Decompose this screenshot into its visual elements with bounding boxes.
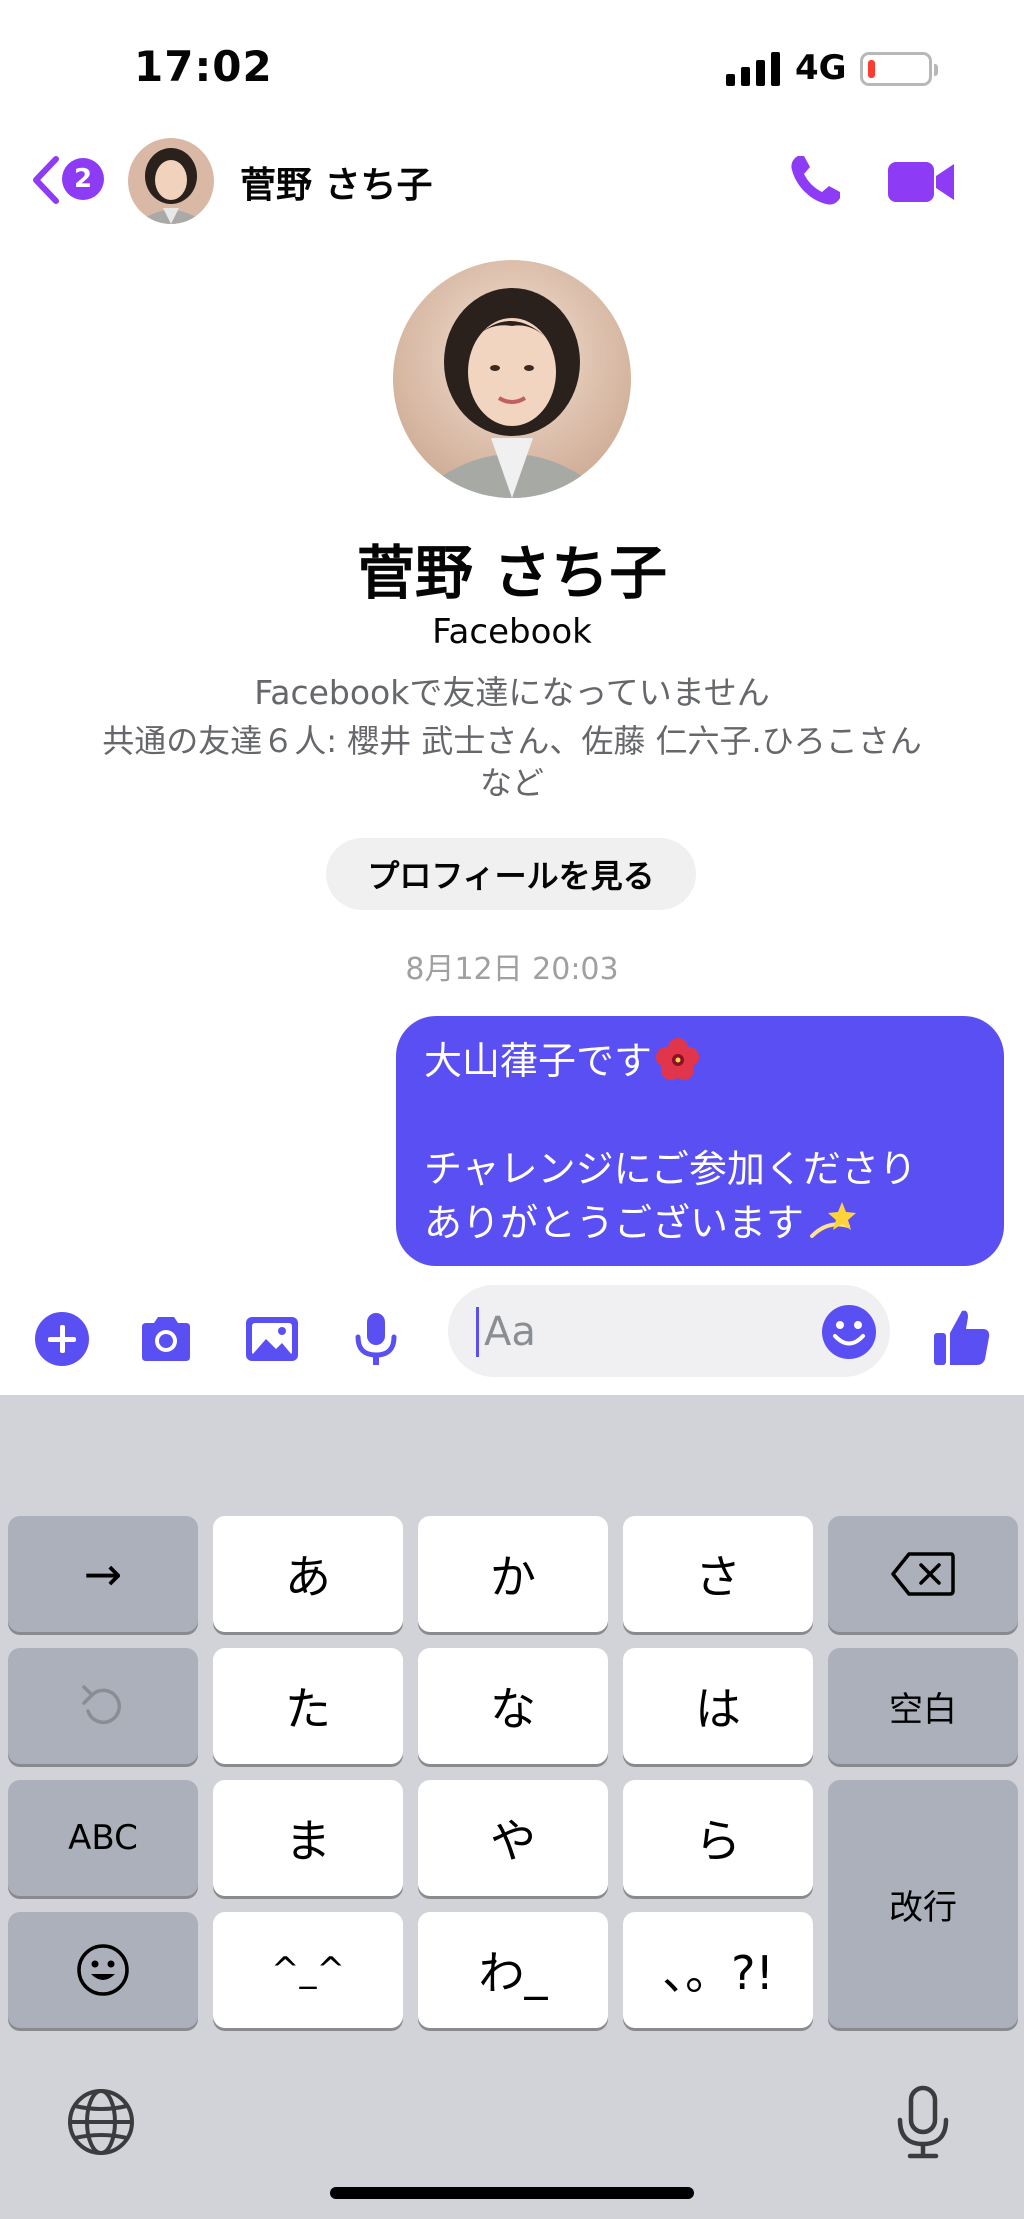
key-backspace[interactable]: [828, 1516, 1018, 1632]
message-bubble[interactable]: 大山葎子です チャレンジにご参加くださり ありがとうございます: [396, 1016, 1004, 1266]
gallery-icon[interactable]: [242, 1309, 302, 1369]
profile-name: 菅野 さち子: [356, 539, 668, 607]
contact-name[interactable]: 菅野 さち子: [240, 156, 433, 208]
text-caret: [476, 1307, 479, 1357]
hibiscus-icon: [656, 1038, 700, 1080]
key-sa[interactable]: さ: [623, 1516, 813, 1632]
chevron-left-icon: [33, 156, 59, 204]
profile-platform: Facebook: [432, 612, 592, 652]
mutual-friends: 共通の友達６人: 櫻井 武士さん、佐藤 仁六子.ひろこさん など: [50, 720, 974, 804]
home-indicator: [330, 2187, 694, 2199]
key-na[interactable]: な: [418, 1648, 608, 1764]
key-space[interactable]: 空白: [828, 1648, 1018, 1764]
key-ka[interactable]: か: [418, 1516, 608, 1632]
composer-bar: Aa: [0, 1285, 1024, 1395]
battery-icon: [860, 52, 938, 86]
status-bar: 17:02 4G: [0, 0, 1024, 130]
emoji-keyboard-icon: [77, 1944, 129, 1996]
unread-badge: 2: [62, 158, 104, 200]
dictation-icon[interactable]: [888, 2082, 958, 2162]
message-line-2: チャレンジにご参加くださり: [424, 1147, 917, 1191]
message-input[interactable]: Aa: [448, 1285, 890, 1377]
emoji-icon[interactable]: [820, 1303, 878, 1361]
mutual-friends-line2: など: [479, 764, 544, 802]
key-kaomoji[interactable]: ^_^: [213, 1912, 403, 2028]
camera-icon[interactable]: [136, 1309, 196, 1369]
thumbs-up-icon[interactable]: [930, 1305, 994, 1369]
back-button[interactable]: 2: [30, 150, 110, 210]
avatar[interactable]: [128, 138, 214, 224]
key-ha[interactable]: は: [623, 1648, 813, 1764]
key-emoji[interactable]: [8, 1912, 198, 2028]
dizzy-star-icon: [810, 1202, 857, 1238]
key-undo[interactable]: [8, 1648, 198, 1764]
message-timestamp: 8月12日 20:03: [405, 952, 619, 987]
microphone-icon[interactable]: [346, 1309, 406, 1369]
message-spacer: [424, 1088, 976, 1142]
key-wa[interactable]: わ_: [418, 1912, 608, 2028]
key-ta[interactable]: た: [213, 1648, 403, 1764]
plus-icon[interactable]: [32, 1309, 92, 1369]
signal-icon: [726, 52, 780, 86]
phone-icon[interactable]: [786, 150, 846, 210]
battery-level: [868, 60, 875, 78]
key-ya[interactable]: や: [418, 1780, 608, 1896]
key-a[interactable]: あ: [213, 1516, 403, 1632]
key-ma[interactable]: ま: [213, 1780, 403, 1896]
mutual-friends-line1: 共通の友達６人: 櫻井 武士さん、佐藤 仁六子.ひろこさん: [102, 722, 922, 760]
chat-header: 2 菅野 さち子: [0, 130, 1024, 230]
key-enter[interactable]: 改行: [828, 1780, 1018, 2028]
globe-icon[interactable]: [66, 2082, 136, 2162]
key-arrow[interactable]: →: [8, 1516, 198, 1632]
key-abc[interactable]: ABC: [8, 1780, 198, 1896]
friend-status: Facebookで友達になっていません: [254, 673, 770, 712]
message-line-1: 大山葎子です: [424, 1034, 976, 1088]
undo-icon: [82, 1685, 122, 1725]
key-ra[interactable]: ら: [623, 1780, 813, 1896]
message-line-3: ありがとうございます: [424, 1196, 976, 1250]
status-time: 17:02: [134, 42, 273, 91]
video-call-icon[interactable]: [886, 154, 956, 210]
key-punctuation[interactable]: 、。?!: [623, 1912, 813, 2028]
message-input-placeholder: Aa: [484, 1309, 536, 1355]
view-profile-button[interactable]: プロフィールを見る: [326, 838, 696, 910]
profile-photo[interactable]: [393, 260, 631, 498]
backspace-icon: [891, 1552, 955, 1596]
network-label: 4G: [795, 48, 847, 88]
